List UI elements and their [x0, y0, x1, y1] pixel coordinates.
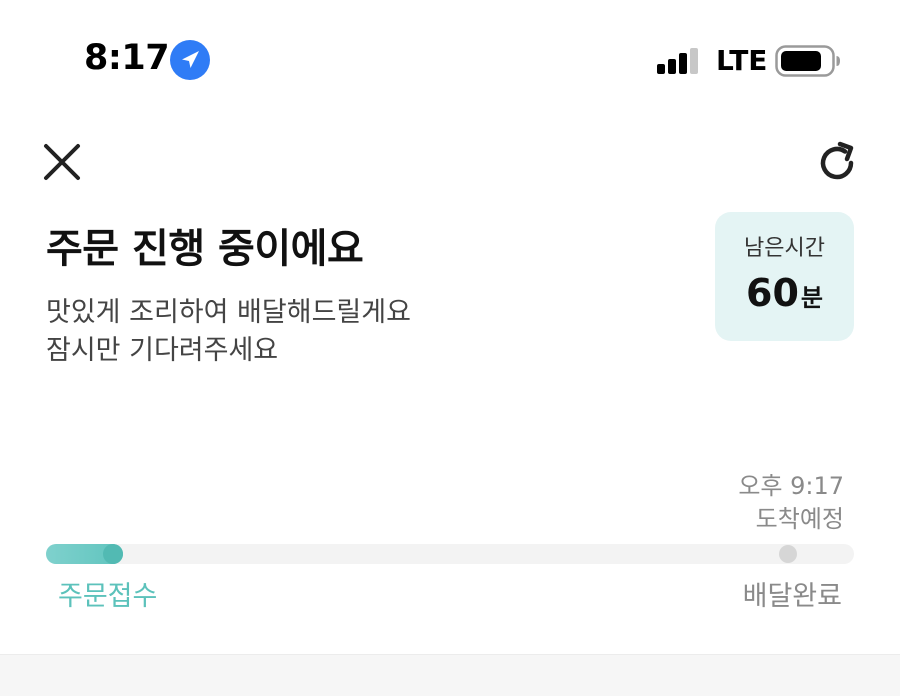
eta-label: 도착예정 — [755, 505, 844, 533]
step-order-received: 주문접수 — [58, 581, 158, 612]
progress-current-dot — [103, 544, 123, 564]
step-delivery-complete: 배달완료 — [742, 581, 842, 612]
network-label: LTE — [716, 44, 768, 77]
subtitle-line-2: 잠시만 기다려주세요 — [46, 335, 279, 366]
remaining-time-unit: 분 — [800, 284, 823, 312]
order-status-screen: 8:17 LTE 주문 진행 중이에요 맛있게 조리하여 배달해드릴게요 잠시만… — [0, 0, 900, 696]
status-time: 8:17 — [84, 38, 170, 78]
remaining-time-label: 남은시간 — [744, 236, 825, 261]
eta-block: 오후 9:17 도착예정 — [738, 470, 844, 536]
progress-track — [46, 544, 854, 564]
eta-time: 오후 9:17 — [738, 472, 844, 500]
subtitle: 맛있게 조리하여 배달해드릴게요 잠시만 기다려주세요 — [46, 294, 411, 370]
close-icon[interactable] — [40, 140, 84, 184]
refresh-icon[interactable] — [814, 140, 860, 186]
battery-icon — [775, 45, 840, 77]
remaining-time-value: 60분 — [715, 274, 854, 312]
progress-end-dot — [779, 545, 797, 563]
location-arrow-icon — [170, 40, 210, 80]
subtitle-line-1: 맛있게 조리하여 배달해드릴게요 — [46, 297, 411, 328]
remaining-time-card: 남은시간 60분 — [715, 212, 854, 341]
page-title: 주문 진행 중이에요 — [46, 226, 364, 272]
remaining-time-number: 60 — [746, 271, 799, 315]
cellular-signal-icon — [657, 48, 698, 74]
section-divider — [0, 654, 900, 696]
